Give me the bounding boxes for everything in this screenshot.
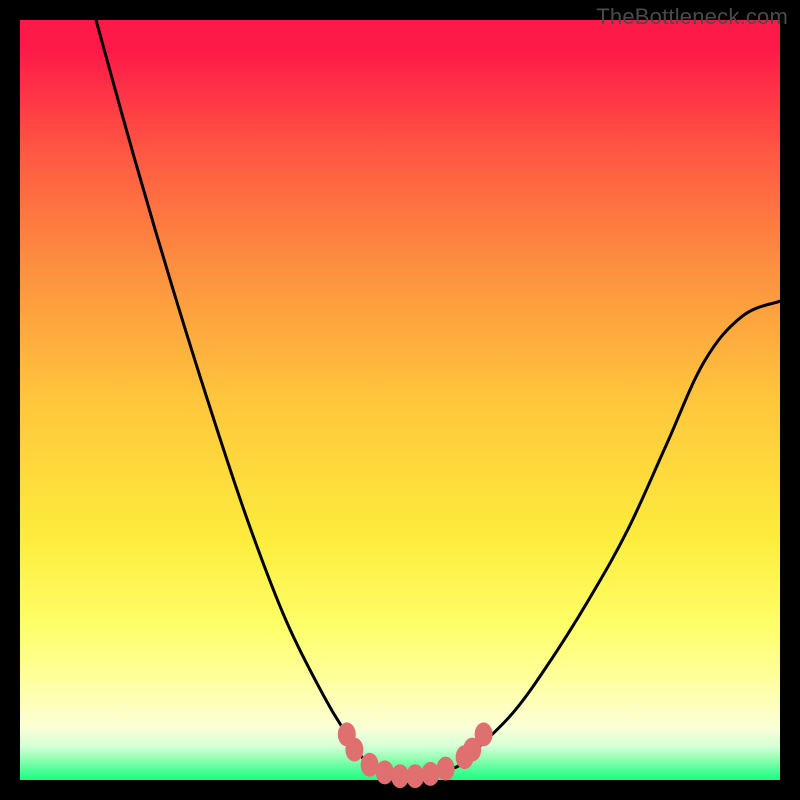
valley-marker: [437, 757, 455, 781]
valley-marker: [475, 722, 493, 746]
curve-right-arm: [476, 301, 780, 749]
valley-marker: [376, 760, 394, 784]
valley-marker: [345, 738, 363, 762]
curve-left-arm: [96, 20, 362, 757]
watermark-text: TheBottleneck.com: [596, 4, 788, 30]
valley-marker: [421, 762, 439, 786]
bottleneck-curve: [20, 20, 780, 780]
valley-marker: [406, 764, 424, 788]
valley-markers: [338, 722, 493, 788]
plot-area: [20, 20, 780, 780]
